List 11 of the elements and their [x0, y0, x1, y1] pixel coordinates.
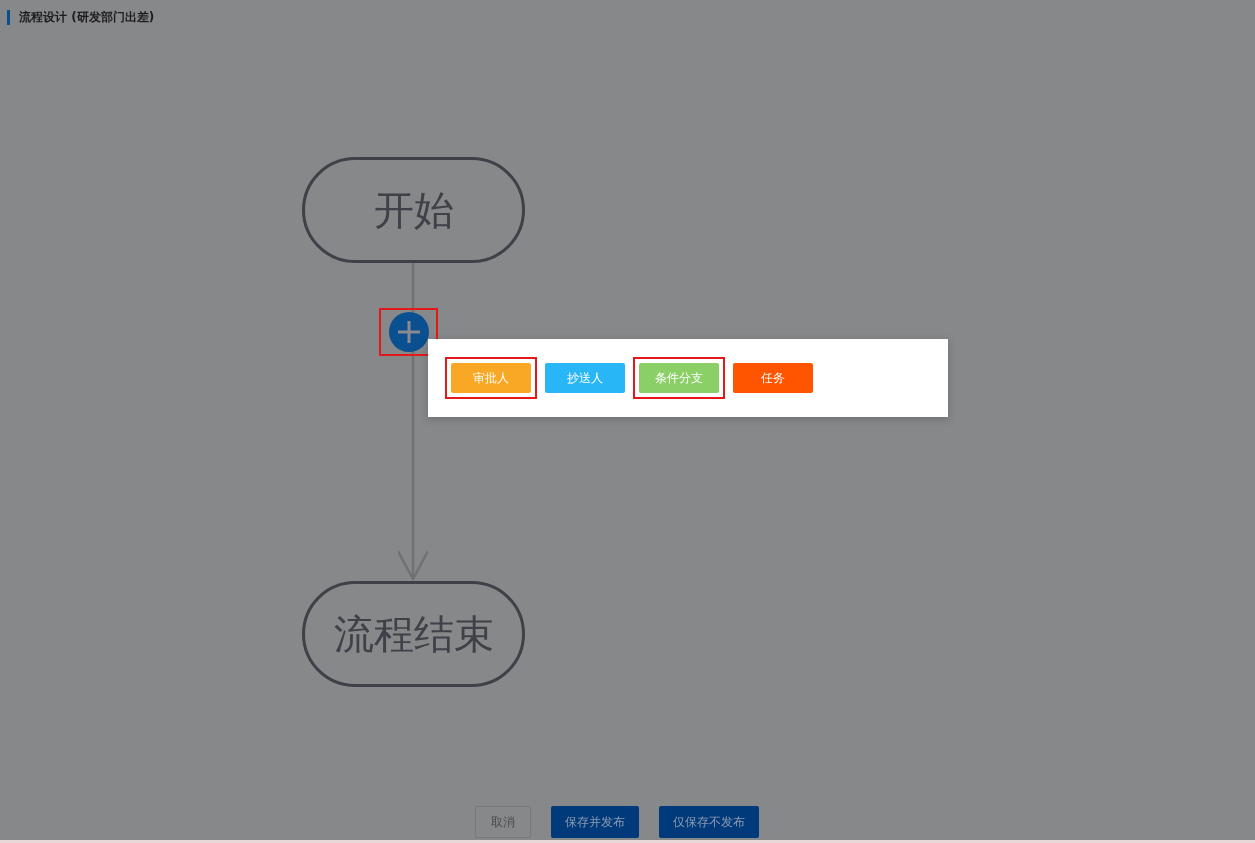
node-type-button[interactable]: 条件分支 — [639, 363, 719, 393]
flow-node: 开始 — [302, 157, 525, 263]
page-title: 流程设计 (研发部门出差) — [19, 9, 155, 26]
cancel-button[interactable]: 取消 — [474, 806, 531, 838]
save-button[interactable]: 保存并发布 — [550, 806, 639, 838]
node-type-button[interactable]: 抄送人 — [545, 363, 625, 393]
add-icon[interactable] — [388, 312, 429, 352]
flow-node: 流程结束 — [302, 581, 525, 687]
node-type-button[interactable]: 任务 — [733, 363, 813, 393]
node-type-button[interactable]: 审批人 — [451, 363, 531, 393]
save-button[interactable]: 仅保存不发布 — [658, 806, 759, 838]
